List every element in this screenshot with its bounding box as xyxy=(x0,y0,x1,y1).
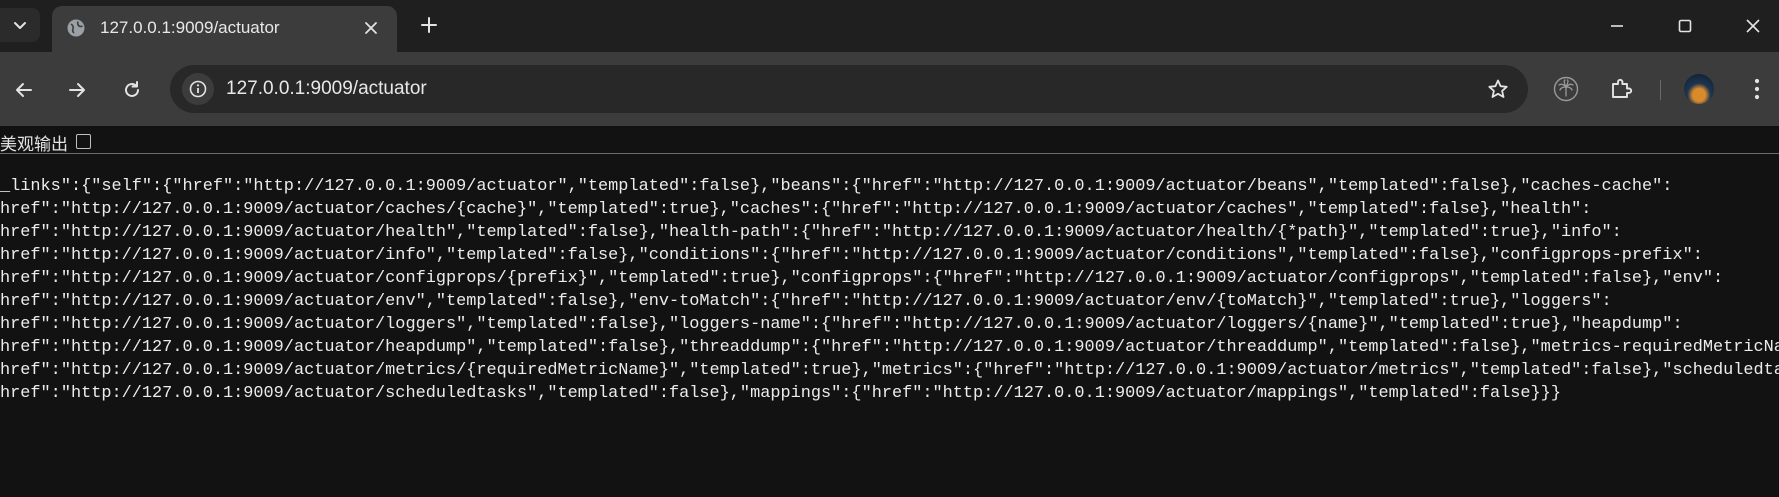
extension-button[interactable] xyxy=(1549,72,1583,106)
json-line: href":"http://127.0.0.1:9009/actuator/co… xyxy=(0,269,1724,288)
active-tab[interactable]: 127.0.0.1:9009/actuator xyxy=(52,6,397,52)
more-menu-button[interactable] xyxy=(1740,72,1774,106)
json-line: href":"http://127.0.0.1:9009/actuator/he… xyxy=(0,338,1779,357)
plus-icon xyxy=(420,16,438,34)
extensions-puzzle-icon xyxy=(1609,77,1633,101)
toolbar-separator xyxy=(1660,80,1661,100)
tab-strip: 127.0.0.1:9009/actuator xyxy=(0,0,1779,52)
json-line: href":"http://127.0.0.1:9009/actuator/lo… xyxy=(0,315,1683,334)
bookmark-star-button[interactable] xyxy=(1484,75,1512,103)
window-close-button[interactable] xyxy=(1730,8,1776,44)
address-bar[interactable]: 127.0.0.1:9009/actuator xyxy=(170,65,1528,113)
minimize-button[interactable] xyxy=(1594,8,1640,44)
json-line: _links":{"self":{"href":"http://127.0.0.… xyxy=(0,177,1673,196)
json-line: href":"http://127.0.0.1:9009/actuator/he… xyxy=(0,223,1622,242)
profile-avatar[interactable] xyxy=(1684,74,1714,104)
tab-search-icon xyxy=(12,17,28,33)
reload-icon xyxy=(122,80,142,100)
json-line: href":"http://127.0.0.1:9009/actuator/en… xyxy=(0,292,1612,311)
minimize-icon xyxy=(1609,18,1625,34)
back-button[interactable] xyxy=(6,72,42,108)
reload-button[interactable] xyxy=(114,72,150,108)
window-close-icon xyxy=(1745,18,1761,34)
site-info-icon xyxy=(189,80,207,98)
site-info-button[interactable] xyxy=(182,73,214,105)
json-line: href":"http://127.0.0.1:9009/actuator/sc… xyxy=(0,384,1561,403)
more-menu-icon xyxy=(1754,78,1760,100)
maximize-button[interactable] xyxy=(1662,8,1708,44)
url-text[interactable]: 127.0.0.1:9009/actuator xyxy=(226,78,427,100)
extension-palm-icon xyxy=(1553,76,1579,102)
maximize-icon xyxy=(1677,18,1693,34)
forward-arrow-icon xyxy=(67,80,87,100)
close-icon[interactable] xyxy=(359,16,383,40)
json-line: href":"http://127.0.0.1:9009/actuator/in… xyxy=(0,246,1703,265)
new-tab-button[interactable] xyxy=(414,10,444,40)
json-line: href":"http://127.0.0.1:9009/actuator/ca… xyxy=(0,200,1592,219)
json-line: href":"http://127.0.0.1:9009/actuator/me… xyxy=(0,361,1779,380)
pretty-print-bar: 美观输出 xyxy=(0,126,1779,154)
back-arrow-icon xyxy=(14,80,34,100)
pretty-print-checkbox[interactable] xyxy=(76,134,91,149)
globe-favicon-icon xyxy=(66,18,86,38)
extensions-button[interactable] xyxy=(1604,72,1638,106)
browser-toolbar: 127.0.0.1:9009/actuator xyxy=(0,52,1779,126)
tab-search-button[interactable] xyxy=(0,8,40,42)
tab-title: 127.0.0.1:9009/actuator xyxy=(100,18,280,37)
forward-button[interactable] xyxy=(59,72,95,108)
pretty-print-label: 美观输出 xyxy=(0,135,68,154)
json-response-body: _links":{"self":{"href":"http://127.0.0.… xyxy=(0,175,1779,405)
bookmark-star-icon xyxy=(1487,78,1509,100)
